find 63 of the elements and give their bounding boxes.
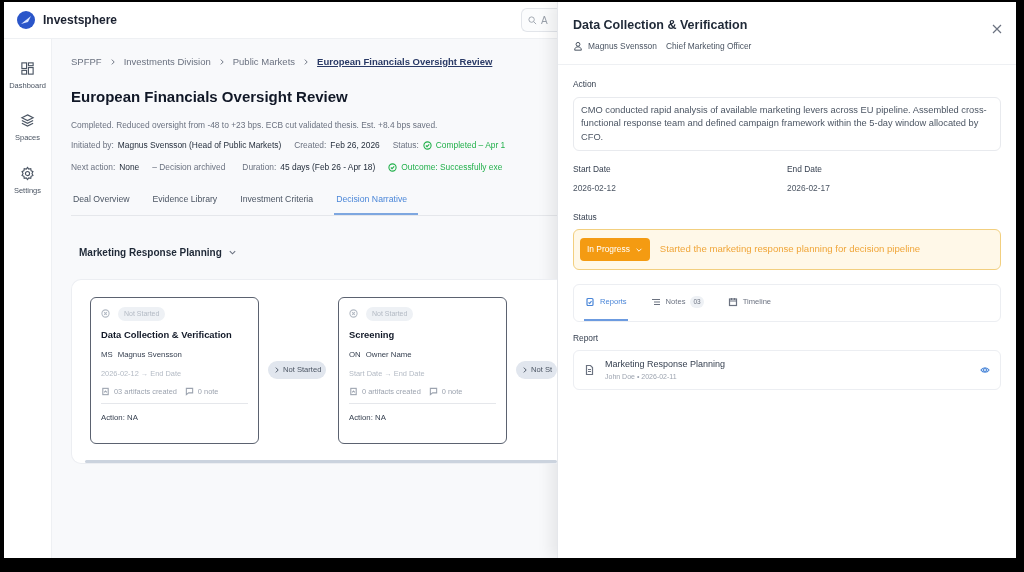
meta-value: None [119, 161, 140, 172]
meta-label: Status: [392, 139, 419, 152]
breadcrumb-link[interactable]: Public Markets [232, 55, 296, 70]
list-icon [650, 296, 661, 307]
calendar-icon [727, 296, 738, 307]
report-icon [585, 296, 595, 307]
check-circle-icon [388, 162, 398, 172]
chevron-icon [302, 58, 311, 67]
meta-label: Next action: [71, 161, 116, 172]
role-text: Chief Marketing Officer [665, 39, 752, 53]
search-icon [528, 15, 537, 25]
file-icon [349, 387, 358, 397]
report-title: Marketing Response Planning [605, 358, 727, 372]
action-text-box: CMO conducted rapid analysis of available marketing levers across EU pipeline. Assembled cross-functional response team and defined campaign framework within the 5-day window allocated by CFO. [573, 96, 1001, 152]
logo-icon [17, 11, 35, 29]
scrollbar[interactable] [85, 459, 557, 463]
breadcrumb-link[interactable]: SPFPF [71, 55, 102, 70]
summary-text: Completed. Reduced oversight from -48 to +23 bps. ECB cut validated thesis. Est. +8.4 bps saved. [71, 118, 439, 132]
field-label: End Date [787, 163, 823, 177]
person-name: Magnus Svensson [588, 39, 657, 53]
file-icon [101, 387, 110, 397]
chevron-icon [273, 366, 281, 375]
cancel-circle-icon [101, 309, 110, 319]
comment-icon [428, 387, 438, 397]
meta-note: – Decision archived [152, 160, 226, 174]
meta-value: Magnus Svensson (Head of Public Markets) [117, 140, 282, 151]
document-icon [584, 364, 595, 377]
app-name: Investsphere [43, 12, 118, 29]
field-label: Action [573, 78, 598, 91]
grid-icon [20, 61, 35, 76]
layers-icon [20, 113, 35, 129]
tab[interactable]: Decision Narrative [334, 192, 419, 215]
check-circle-icon [422, 141, 432, 151]
page-title: European Financials Oversight Review [71, 87, 349, 108]
section-label: Report [573, 331, 600, 345]
meta-label: Initiated by: [71, 140, 114, 151]
settings-icon [20, 165, 35, 181]
drawer-title: Data Collection & Verification [573, 17, 749, 34]
field-label: Status [573, 210, 598, 224]
field-label: Start Date [573, 163, 612, 177]
tab[interactable]: Deal Overview [71, 192, 141, 215]
comment-icon [184, 387, 194, 397]
stage-title: Screening [349, 328, 396, 343]
workflow-dropdown[interactable]: Marketing Response Planning [79, 244, 237, 260]
eye-icon [980, 365, 990, 376]
breadcrumb-link[interactable]: Investments Division [123, 55, 211, 70]
meta-label: Duration: [242, 161, 277, 172]
meta-value: 45 days (Feb 26 - Apr 18) [280, 161, 376, 172]
breadcrumb-current[interactable]: European Financials Oversight Review [317, 55, 493, 70]
status-text: Outcome: Successfully exe [401, 160, 503, 174]
meta-label: Created: [294, 140, 327, 151]
status-message: Started the marketing response planning for decision pipeline [659, 242, 921, 257]
tab[interactable]: Evidence Library [150, 192, 229, 215]
tab[interactable]: Investment Criteria [238, 192, 325, 215]
close-icon [992, 23, 1002, 34]
chevron-icon [521, 366, 529, 375]
field-value: 2026-02-17 [787, 182, 831, 195]
cancel-circle-icon [349, 309, 358, 319]
meta-value: Feb 26, 2026 [330, 140, 380, 151]
person-icon [573, 41, 583, 52]
field-value: 2026-02-12 [573, 182, 617, 195]
status-text: Completed – Apr 1 [435, 139, 506, 152]
stage-title: Data Collection & Verification [101, 328, 233, 343]
